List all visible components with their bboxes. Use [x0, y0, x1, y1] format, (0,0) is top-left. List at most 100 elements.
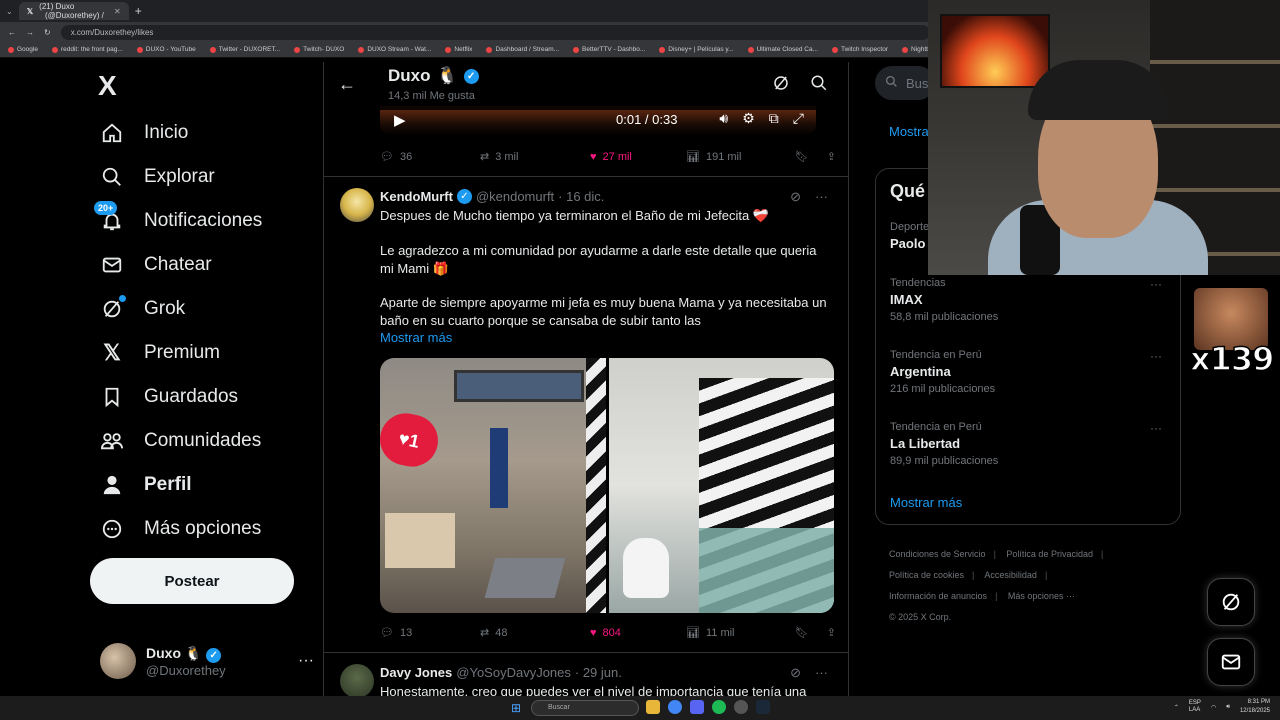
- like-button[interactable]: ♥ 804: [590, 627, 686, 639]
- close-tab-icon[interactable]: ✕: [114, 7, 121, 16]
- popout-icon[interactable]: ⧉: [769, 110, 779, 127]
- reply-button[interactable]: 💬︎ 13: [380, 626, 480, 640]
- trend-item[interactable]: Tendencias IMAX 58,8 mil publicaciones ·…: [890, 277, 1170, 323]
- nav-item-chatear[interactable]: Chatear: [100, 250, 212, 280]
- taskbar-clock[interactable]: 8:31 PM 12/18/2025: [1240, 698, 1270, 716]
- nav-item-guardados[interactable]: Guardados: [100, 382, 238, 412]
- footer-link-more[interactable]: Más opciones ···: [1008, 591, 1075, 601]
- taskbar-search[interactable]: Buscar: [531, 700, 639, 716]
- settings-icon[interactable]: ⚙: [742, 110, 755, 127]
- nav-item-notificaciones[interactable]: 20+ Notificaciones: [94, 201, 262, 236]
- bookmark-item[interactable]: Nightbot - Comma...: [901, 46, 930, 53]
- language-indicator[interactable]: ESP LAA: [1189, 700, 1201, 714]
- reload-icon[interactable]: ↻: [44, 28, 51, 37]
- bookmark-icon[interactable]: 🔖︎: [795, 150, 809, 163]
- chrome-icon[interactable]: [668, 700, 682, 714]
- volume-icon[interactable]: 🔊︎: [1226, 704, 1230, 711]
- steam-icon[interactable]: [756, 700, 770, 714]
- bookmark-item[interactable]: Twitch- DUXO: [294, 46, 344, 53]
- share-icon[interactable]: ⇪: [827, 626, 836, 639]
- media-photo-2[interactable]: [608, 358, 834, 613]
- grok-icon[interactable]: [772, 74, 790, 97]
- footer-link-ads[interactable]: Información de anuncios: [889, 591, 987, 601]
- more-dots-icon[interactable]: ···: [1150, 277, 1162, 291]
- nav-item-grok[interactable]: Grok: [100, 294, 185, 324]
- volume-icon[interactable]: 🔊︎: [719, 110, 728, 127]
- video-player[interactable]: ▶ 0:01 / 0:33 🔊︎ ⚙ ⧉ ⤢: [380, 106, 816, 136]
- search-icon[interactable]: [810, 74, 828, 97]
- share-icon[interactable]: ⇪: [827, 150, 836, 163]
- more-dots-icon[interactable]: ···: [298, 652, 314, 670]
- bookmark-icon[interactable]: 🔖︎: [795, 626, 809, 639]
- new-tab-icon[interactable]: +: [135, 4, 142, 18]
- tweet-media[interactable]: ♥ 1: [380, 358, 834, 613]
- discord-icon[interactable]: [690, 700, 704, 714]
- author-handle[interactable]: @YoSoyDavyJones: [456, 665, 571, 680]
- show-more-link[interactable]: Mostrar más: [890, 495, 962, 510]
- nav-item-inicio[interactable]: Inicio: [100, 118, 188, 148]
- x-logo-icon[interactable]: X: [98, 70, 117, 102]
- nav-item-premium[interactable]: 𝕏 Premium: [100, 338, 220, 368]
- more-dots-icon[interactable]: ···: [1150, 421, 1162, 435]
- media-photo-1[interactable]: ♥ 1: [380, 358, 606, 613]
- file-explorer-icon[interactable]: [646, 700, 660, 714]
- url-input[interactable]: x.com/Duxorethey/likes: [60, 24, 930, 40]
- fullscreen-icon[interactable]: ⤢: [793, 110, 804, 127]
- tab-menu-icon[interactable]: ⌄: [6, 7, 13, 16]
- bookmark-item[interactable]: Disney+ | Películas y...: [659, 46, 734, 53]
- account-switcher[interactable]: Duxo 🐧 ✓ @Duxorethey ···: [100, 640, 314, 682]
- show-more-link[interactable]: Mostra: [889, 124, 929, 139]
- bookmark-item[interactable]: Google: [8, 46, 38, 53]
- avatar[interactable]: [340, 664, 374, 696]
- nav-item-perfil[interactable]: Perfil: [100, 470, 192, 500]
- footer-link-privacy[interactable]: Política de Privacidad: [1006, 549, 1093, 559]
- browser-tab-active[interactable]: 𝕏 (21) Duxo ⠀(@Duxorethey) / ✕: [18, 2, 129, 20]
- author-name[interactable]: Davy Jones: [380, 665, 452, 680]
- back-nav-icon[interactable]: ←: [8, 28, 16, 37]
- bookmark-item[interactable]: Netflix: [445, 46, 472, 53]
- obs-icon[interactable]: [734, 700, 748, 714]
- footer-link-terms[interactable]: Condiciones de Servicio: [889, 549, 986, 559]
- repost-button[interactable]: ⇄ 48: [480, 626, 590, 640]
- like-button[interactable]: ♥ 27 mil: [590, 151, 686, 163]
- bookmark-item[interactable]: reddit: the front pag...: [51, 46, 123, 53]
- more-dots-icon[interactable]: ···: [815, 189, 828, 205]
- bookmark-item[interactable]: BetterTTV - Dashbo...: [573, 46, 645, 53]
- bookmark-item[interactable]: Twitch Inspector: [832, 46, 888, 53]
- bookmark-item[interactable]: Twitter - DUXORET...: [209, 46, 280, 53]
- play-icon[interactable]: ▶: [394, 111, 406, 129]
- post-button[interactable]: Postear: [90, 558, 294, 604]
- messages-fab-button[interactable]: [1207, 638, 1255, 686]
- forward-nav-icon[interactable]: →: [26, 28, 34, 37]
- bookmark-item[interactable]: DUXO - YouTube: [136, 46, 196, 53]
- reply-button[interactable]: 💬︎ 36: [380, 150, 480, 164]
- footer-link-accessibility[interactable]: Accesibilidad: [984, 570, 1037, 580]
- tweet-date[interactable]: · 16 dic.: [558, 189, 604, 204]
- spotify-icon[interactable]: [712, 700, 726, 714]
- nav-item-explorar[interactable]: Explorar: [100, 162, 215, 192]
- views-button[interactable]: 📊︎ 191 mil: [686, 150, 786, 164]
- bookmark-item[interactable]: Ultimate Closed Ca...: [747, 46, 818, 53]
- repost-button[interactable]: ⇄ 3 mil: [480, 150, 590, 164]
- grok-icon[interactable]: ⊘: [790, 189, 801, 205]
- show-more-link[interactable]: Mostrar más: [380, 330, 452, 345]
- grok-icon[interactable]: ⊘: [790, 665, 801, 681]
- author-name[interactable]: KendoMurft: [380, 189, 453, 204]
- trend-item[interactable]: Tendencia en Perú Argentina 216 mil publ…: [890, 349, 1170, 395]
- nav-item-comunidades[interactable]: Comunidades: [100, 426, 261, 456]
- bookmark-item[interactable]: DUXO Stream - Wat...: [358, 46, 431, 53]
- trend-item[interactable]: Tendencia en Perú La Libertad 89,9 mil p…: [890, 421, 1170, 467]
- tray-chevron-icon[interactable]: ⌃: [1174, 704, 1179, 711]
- grok-fab-button[interactable]: [1207, 578, 1255, 626]
- more-dots-icon[interactable]: ···: [1150, 349, 1162, 363]
- author-handle[interactable]: @kendomurft: [476, 189, 554, 204]
- bookmark-item[interactable]: Dashboard / Stream...: [486, 46, 559, 53]
- views-button[interactable]: 📊︎ 11 mil: [686, 626, 786, 640]
- nav-item-mas-opciones[interactable]: Más opciones: [100, 514, 261, 544]
- back-arrow-icon[interactable]: ←: [338, 74, 356, 95]
- wifi-icon[interactable]: ◠: [1211, 704, 1216, 711]
- search-input[interactable]: Busc: [875, 66, 935, 100]
- tweet-date[interactable]: · 29 jun.: [575, 665, 622, 680]
- more-dots-icon[interactable]: ···: [815, 665, 828, 681]
- avatar[interactable]: [340, 188, 374, 222]
